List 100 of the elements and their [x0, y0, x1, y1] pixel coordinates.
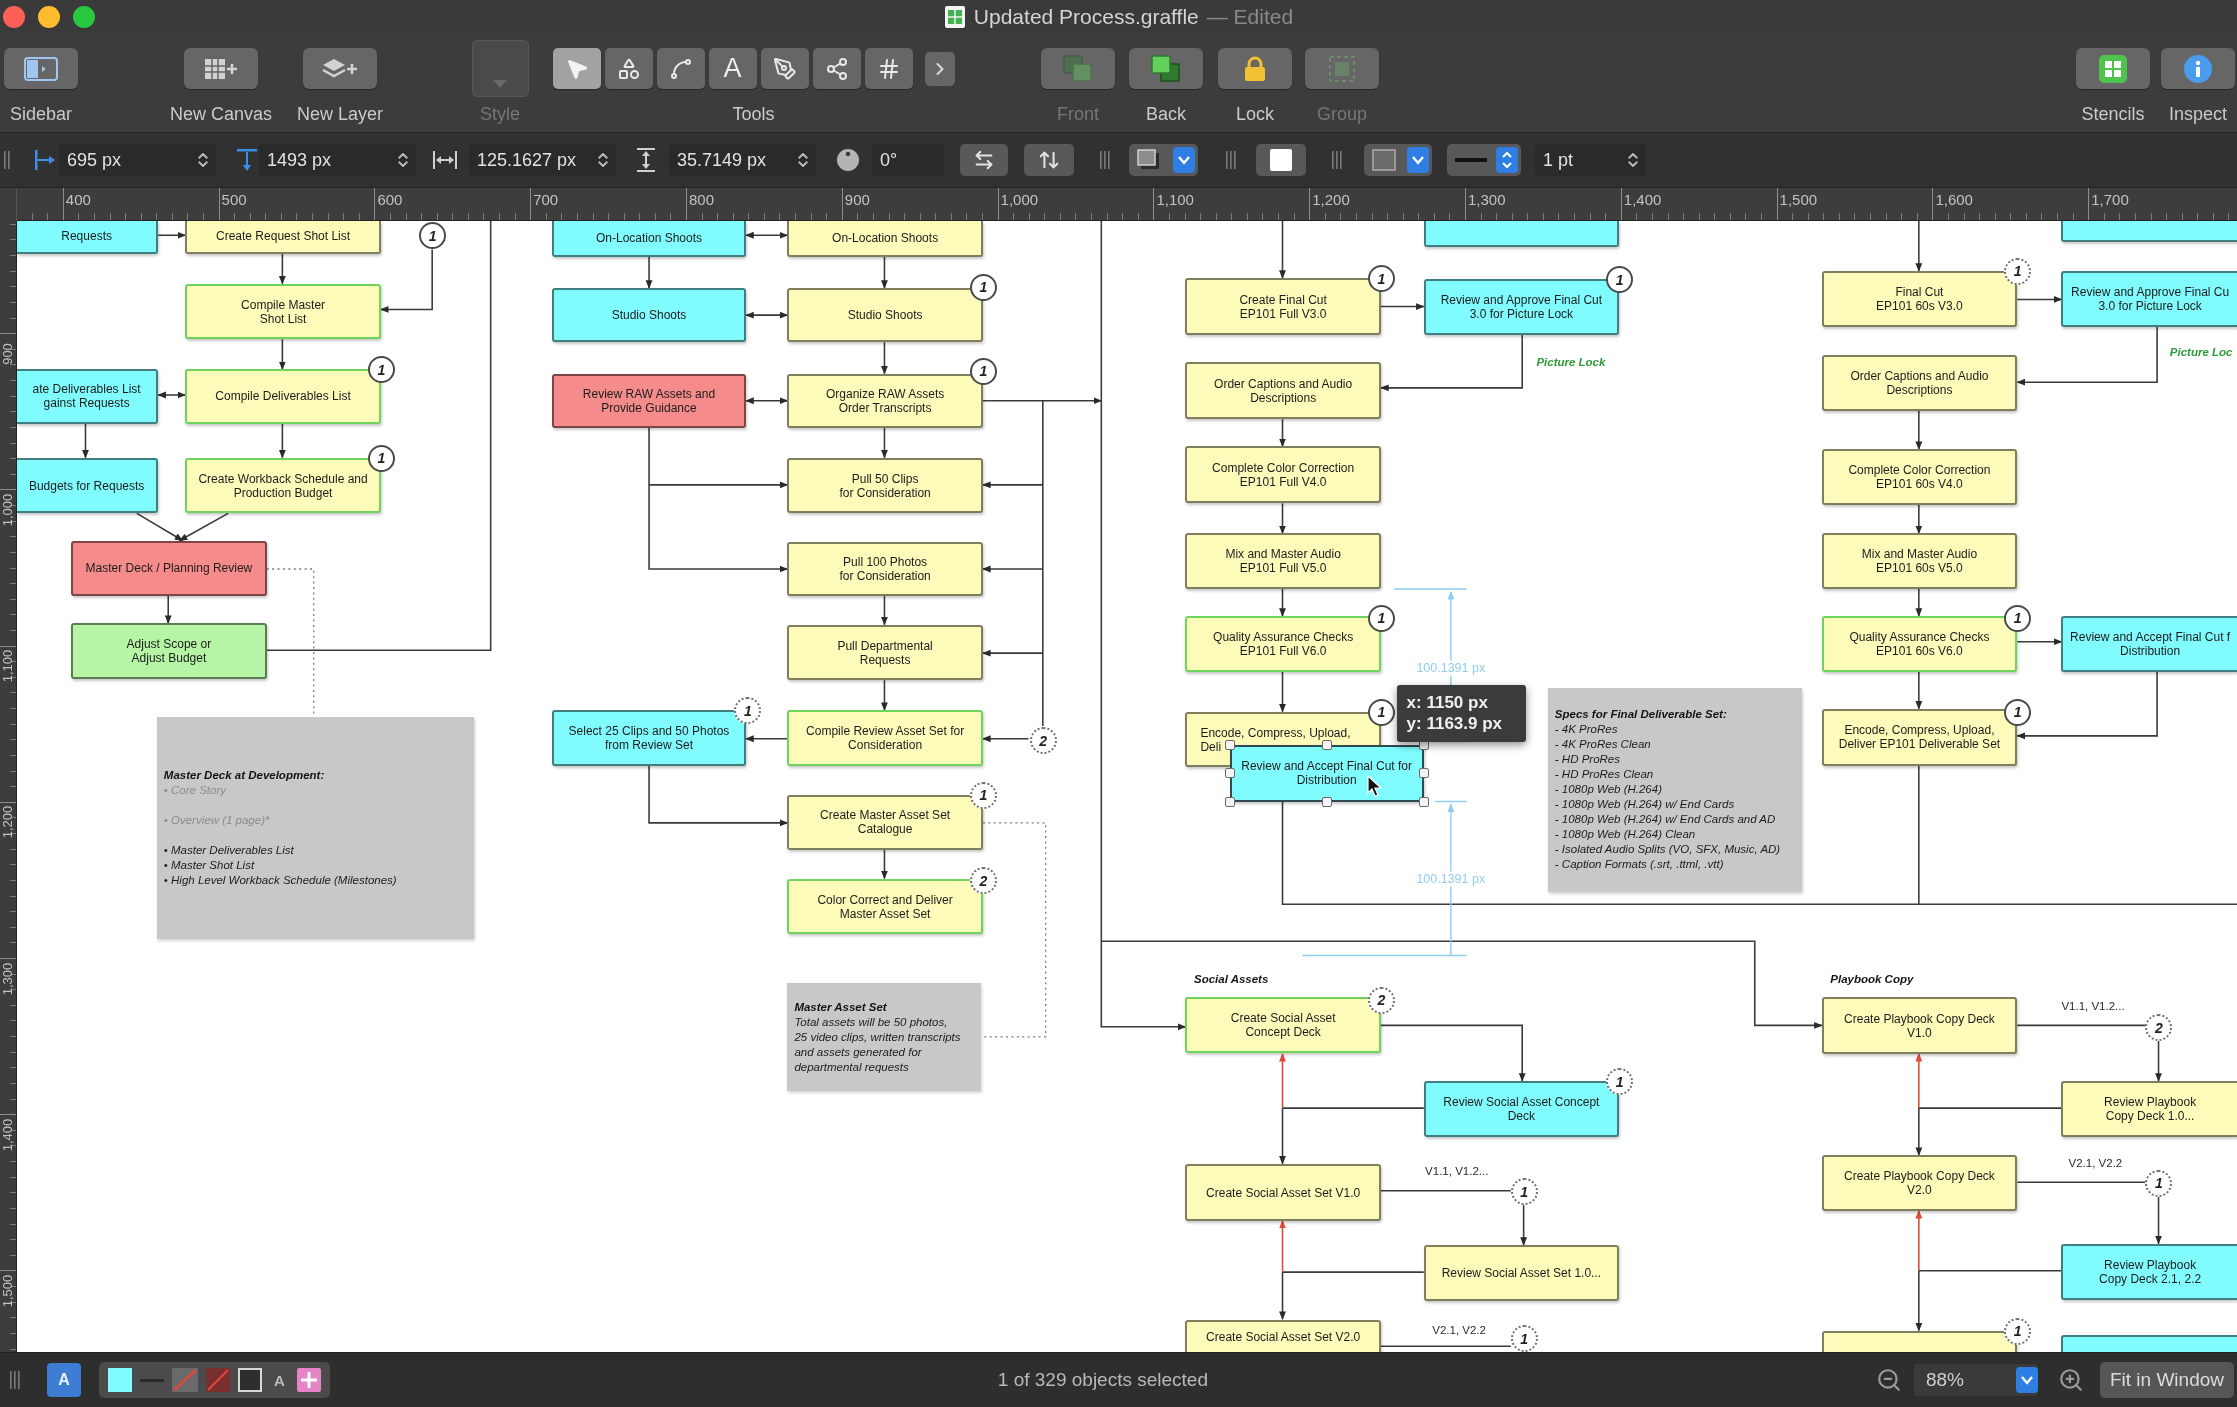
- color-swatch-icon: [1372, 149, 1396, 171]
- connector-arrow: [982, 481, 1044, 489]
- stroke-color-dropdown[interactable]: [1364, 144, 1432, 176]
- selection-handle[interactable]: [1418, 768, 1429, 779]
- connector-arrow: [164, 595, 172, 625]
- connector-arrow: [1380, 303, 1425, 310]
- connector-arrow: [881, 679, 888, 712]
- flip-vertical-button[interactable]: [1024, 144, 1074, 176]
- flowchart-node: Review Social Asset Set 1.0...: [1423, 1245, 1620, 1301]
- connector-arrow: [982, 565, 1044, 573]
- toolbar-label: Style: [480, 103, 520, 125]
- connector-arrow: [1279, 670, 1286, 713]
- back-button[interactable]: [1129, 48, 1203, 89]
- close-button[interactable]: [3, 6, 25, 28]
- grid-tool-button[interactable]: [864, 48, 913, 89]
- fill-color-button[interactable]: [1256, 144, 1306, 176]
- shape-tool-button[interactable]: [604, 48, 653, 89]
- diagram-tool-button[interactable]: [812, 48, 861, 89]
- flowchart-node: On-Location Shoots: [787, 221, 983, 257]
- selection-status: 1 of 329 objects selected: [997, 1369, 1208, 1391]
- version-label: V1.1, V1.2...: [2061, 998, 2125, 1014]
- connector-arrow: [881, 341, 888, 375]
- minimize-button[interactable]: [38, 6, 60, 28]
- connector-arrow: [881, 595, 888, 626]
- connector-arrow: [1915, 409, 1923, 451]
- toolbar-label: New Canvas: [169, 103, 272, 125]
- flowchart-node: ate Deliverables List gainst Requests: [17, 369, 159, 424]
- selection-handle[interactable]: [1224, 796, 1235, 807]
- connected-dots-icon: [824, 56, 849, 81]
- connector-arrow: [645, 255, 653, 289]
- selection-handle[interactable]: [1418, 796, 1429, 807]
- ruler-label: 1,400: [1, 1118, 15, 1151]
- note-text: - 1080p Web (H.264) w/ End Cards and AD: [1554, 812, 1776, 827]
- zoom-button[interactable]: [73, 6, 95, 28]
- flowchart-node: Complete Color Correction EP101 Full V4.0: [1185, 446, 1381, 504]
- double-arrow: [745, 311, 789, 319]
- new-layer-button[interactable]: [303, 48, 377, 89]
- connector-arrow: [1915, 588, 1923, 617]
- fit-in-window-button[interactable]: Fit in Window: [2099, 1362, 2234, 1398]
- grip-icon: [1100, 151, 1110, 169]
- line-tool-button[interactable]: [656, 48, 705, 89]
- new-canvas-button[interactable]: [184, 48, 258, 89]
- chevron-down-icon: [2015, 1367, 2038, 1393]
- text-style-button[interactable]: A: [47, 1363, 81, 1397]
- note-text: - 1080p Web (H.264) w/ End Cards: [1554, 797, 1735, 812]
- flowchart-node: Budgets for Requests: [17, 457, 159, 514]
- selection-handle[interactable]: [1224, 768, 1235, 779]
- more-tools-button[interactable]: [924, 51, 955, 86]
- note-text: Total assets will be 50 photos, 25 video clips, written transcripts and assets generated for departmental requests: [794, 1014, 961, 1075]
- connector-arrow: [2155, 1040, 2162, 1082]
- grid-plus-icon: [204, 56, 238, 81]
- ruler-label: 900: [1, 342, 15, 365]
- text-style-label: A: [273, 1371, 286, 1389]
- line-style-dropdown[interactable]: [1447, 144, 1521, 176]
- ruler-label: 1,600: [1935, 191, 1973, 208]
- step-number-badge: 1: [969, 357, 997, 385]
- grip-icon: [4, 151, 10, 169]
- stroke-width-field[interactable]: 1 pt: [1535, 144, 1646, 176]
- zoom-field[interactable]: 88%: [1913, 1364, 2038, 1396]
- connector-arrow: [278, 338, 286, 371]
- flowchart-node: Pull Departmental Requests: [787, 624, 983, 681]
- step-number-badge: 1: [2145, 1169, 2173, 1197]
- toolbar-label: Sidebar: [9, 103, 72, 125]
- y-position-field[interactable]: 1493 px: [259, 144, 416, 176]
- pen-tool-button[interactable]: [760, 48, 809, 89]
- connector-arrow: [157, 231, 187, 239]
- connector-arrow: [278, 422, 286, 459]
- note-text: - 4K ProRes: [1554, 722, 1618, 737]
- toolbar-label: Inspect: [2168, 103, 2227, 125]
- x-position-field[interactable]: 695 px: [59, 144, 216, 176]
- width-field[interactable]: 125.1627 px: [469, 144, 616, 176]
- selection-handle[interactable]: [1224, 739, 1235, 750]
- stencils-button[interactable]: [2076, 48, 2150, 89]
- flip-horizontal-button[interactable]: [960, 144, 1008, 176]
- version-label: V2.1, V2.2: [1432, 1322, 1486, 1338]
- rotation-field[interactable]: 0°: [872, 144, 944, 176]
- double-arrow: [745, 231, 789, 239]
- annotation-label: Picture Lock: [1536, 355, 1606, 371]
- sidebar-button[interactable]: [4, 48, 78, 89]
- zoom-out-icon: [1875, 1367, 1902, 1393]
- ruler-label: 1,000: [1, 493, 15, 527]
- grip-icon: [10, 1371, 20, 1389]
- note-heading: Master Asset Set: [794, 999, 887, 1015]
- text-tool-button[interactable]: A: [708, 48, 757, 89]
- flowchart-node: Studio Shoots: [552, 288, 746, 343]
- pointer-tool-button[interactable]: [552, 48, 601, 89]
- ruler-label: 1,100: [1156, 191, 1194, 208]
- note-text: - HD ProRes Clean: [1554, 767, 1654, 782]
- lock-button[interactable]: [1218, 48, 1292, 89]
- vertical-span-icon: [635, 147, 657, 173]
- selection-handle[interactable]: [1321, 796, 1332, 807]
- ruler-label: 1,200: [1312, 191, 1350, 208]
- sidebar-icon: [24, 56, 58, 81]
- shadow-dropdown[interactable]: [1129, 144, 1198, 176]
- note-text: • Master Shot List: [163, 858, 255, 874]
- selection-handle[interactable]: [1321, 739, 1332, 750]
- height-field[interactable]: 35.7149 px: [669, 144, 816, 176]
- flowchart-node: Mix and Master Audio EP101 Full V5.0: [1185, 533, 1381, 590]
- connector-arrow: [1915, 504, 1923, 535]
- grip-icon: [1332, 151, 1342, 169]
